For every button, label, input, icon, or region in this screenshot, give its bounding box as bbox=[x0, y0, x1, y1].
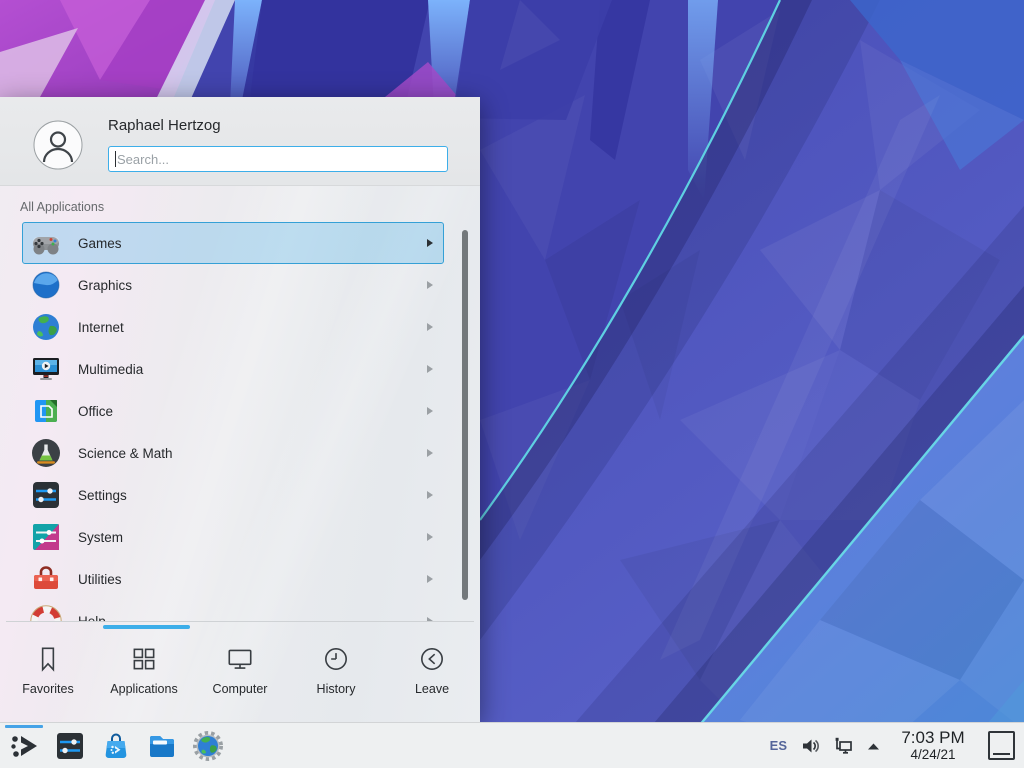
launcher-tabbar: Favorites Applications bbox=[0, 621, 480, 722]
taskbar-apps bbox=[8, 730, 224, 762]
document-icon bbox=[30, 395, 62, 427]
system-tray: ES bbox=[770, 736, 880, 756]
tab-label: Leave bbox=[415, 682, 449, 696]
launcher-header: Raphael Hertzog bbox=[0, 97, 480, 186]
discover-bag-icon bbox=[100, 730, 132, 762]
toolbox-icon bbox=[30, 563, 62, 595]
category-settings[interactable]: Settings bbox=[22, 474, 444, 516]
keyboard-layout-indicator[interactable]: ES bbox=[770, 738, 787, 753]
chevron-right-icon bbox=[427, 239, 433, 247]
search-box[interactable] bbox=[108, 146, 448, 172]
taskbar: ES 7:03 PM 4/24/21 bbox=[0, 722, 1024, 768]
expand-tray-icon[interactable] bbox=[867, 741, 880, 751]
flask-icon bbox=[30, 437, 62, 469]
folder-icon bbox=[146, 730, 178, 762]
globe-gear-icon bbox=[192, 730, 224, 762]
computer-icon bbox=[225, 644, 255, 674]
tab-label: Computer bbox=[213, 682, 268, 696]
category-label: Games bbox=[78, 236, 427, 251]
user-name: Raphael Hertzog bbox=[108, 117, 221, 134]
category-label: Internet bbox=[78, 320, 427, 335]
category-list: Games Graphics Internet bbox=[0, 222, 480, 621]
category-system[interactable]: System bbox=[22, 516, 444, 558]
desktop: Raphael Hertzog All Applications Games bbox=[0, 0, 1024, 768]
category-label: Multimedia bbox=[78, 362, 427, 377]
chevron-right-icon bbox=[427, 323, 433, 331]
clock[interactable]: 7:03 PM 4/24/21 bbox=[892, 729, 974, 762]
category-label: Utilities bbox=[78, 572, 427, 587]
text-caret bbox=[115, 151, 116, 167]
category-internet[interactable]: Internet bbox=[22, 306, 444, 348]
active-tab-indicator bbox=[103, 625, 190, 629]
category-label: Office bbox=[78, 404, 427, 419]
category-label: System bbox=[78, 530, 427, 545]
kde-launcher-icon bbox=[8, 730, 40, 762]
sliders-icon bbox=[30, 479, 62, 511]
bookmark-icon bbox=[33, 644, 63, 674]
category-graphics[interactable]: Graphics bbox=[22, 264, 444, 306]
taskbar-app-system-settings[interactable] bbox=[54, 730, 86, 762]
user-avatar bbox=[33, 120, 83, 170]
globe-icon bbox=[30, 311, 62, 343]
chevron-right-icon bbox=[427, 449, 433, 457]
show-desktop-button[interactable] bbox=[988, 731, 1015, 760]
category-label: Graphics bbox=[78, 278, 427, 293]
tab-favorites[interactable]: Favorites bbox=[0, 644, 96, 696]
tab-label: Applications bbox=[110, 682, 177, 696]
chevron-right-icon bbox=[427, 575, 433, 583]
system-sliders-icon bbox=[30, 521, 62, 553]
clock-time: 7:03 PM bbox=[892, 729, 974, 747]
tab-applications[interactable]: Applications bbox=[96, 644, 192, 696]
category-multimedia[interactable]: Multimedia bbox=[22, 348, 444, 390]
scrollbar[interactable] bbox=[462, 230, 468, 600]
divider bbox=[6, 621, 474, 622]
tab-label: Favorites bbox=[22, 682, 73, 696]
clock-date: 4/24/21 bbox=[892, 747, 974, 762]
settings-sliders-icon bbox=[54, 730, 86, 762]
chevron-right-icon bbox=[427, 533, 433, 541]
tab-leave[interactable]: Leave bbox=[384, 644, 480, 696]
network-icon[interactable] bbox=[833, 736, 854, 756]
lifebuoy-icon bbox=[30, 605, 62, 621]
search-input[interactable] bbox=[109, 147, 447, 171]
leave-icon bbox=[417, 644, 447, 674]
tab-computer[interactable]: Computer bbox=[192, 644, 288, 696]
taskbar-app-web-browser[interactable] bbox=[192, 730, 224, 762]
category-science-math[interactable]: Science & Math bbox=[22, 432, 444, 474]
taskbar-app-launcher[interactable] bbox=[8, 730, 40, 762]
chevron-right-icon bbox=[427, 365, 433, 373]
volume-icon[interactable] bbox=[800, 736, 820, 756]
category-help[interactable]: Help bbox=[22, 600, 444, 621]
section-label: All Applications bbox=[20, 200, 104, 214]
chevron-right-icon bbox=[427, 281, 433, 289]
media-monitor-icon bbox=[30, 353, 62, 385]
category-utilities[interactable]: Utilities bbox=[22, 558, 444, 600]
history-clock-icon bbox=[321, 644, 351, 674]
category-games[interactable]: Games bbox=[22, 222, 444, 264]
chevron-right-icon bbox=[427, 407, 433, 415]
tab-history[interactable]: History bbox=[288, 644, 384, 696]
app-grid-icon bbox=[129, 644, 159, 674]
sphere-icon bbox=[30, 269, 62, 301]
tab-label: History bbox=[317, 682, 356, 696]
gamepad-icon bbox=[30, 227, 62, 259]
taskbar-app-file-manager[interactable] bbox=[146, 730, 178, 762]
application-launcher-menu: Raphael Hertzog All Applications Games bbox=[0, 97, 480, 722]
category-office[interactable]: Office bbox=[22, 390, 444, 432]
chevron-right-icon bbox=[427, 491, 433, 499]
taskbar-app-discover[interactable] bbox=[100, 730, 132, 762]
category-label: Help bbox=[78, 614, 427, 622]
category-label: Science & Math bbox=[78, 446, 427, 461]
category-label: Settings bbox=[78, 488, 427, 503]
